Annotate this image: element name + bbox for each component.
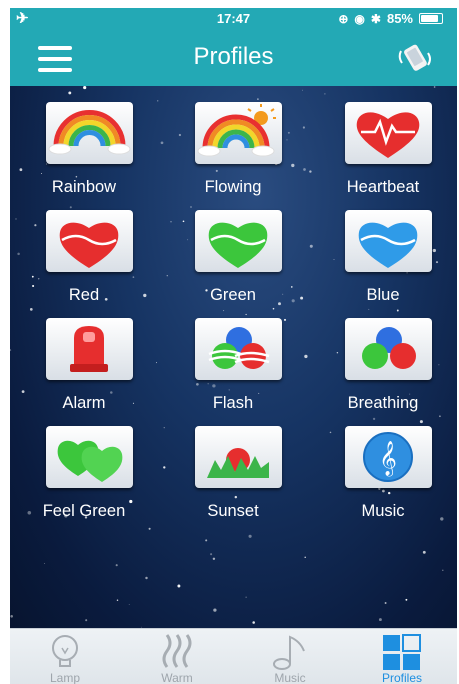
- rgb-balls-icon: [345, 318, 432, 380]
- profile-flowing[interactable]: Flowing: [173, 102, 293, 210]
- tab-music[interactable]: Music: [240, 629, 340, 684]
- alarm-light-icon: [46, 318, 133, 380]
- profile-label: Music: [361, 502, 405, 520]
- profile-label: Blue: [366, 286, 400, 304]
- profile-feel-green[interactable]: Feel Green: [24, 426, 144, 534]
- battery-icon: [419, 13, 443, 24]
- sunset-icon: [195, 426, 282, 488]
- grid-icon: [383, 634, 421, 670]
- bluetooth-icon: ✱: [370, 11, 381, 26]
- profile-label: Heartbeat: [346, 178, 420, 196]
- rotation-lock-icon: ⊕: [338, 11, 349, 26]
- tab-label: Music: [274, 671, 306, 684]
- profile-flash[interactable]: Flash: [173, 318, 293, 426]
- heat-waves-icon: [162, 634, 192, 668]
- battery-percent: 85%: [386, 11, 413, 26]
- svg-text:𝄞: 𝄞: [379, 441, 397, 477]
- status-bar: ✈ 17:47 ⊕ ◉ ✱ 85%: [10, 8, 457, 30]
- profile-label: Feel Green: [42, 502, 126, 520]
- profile-red[interactable]: Red: [24, 210, 144, 318]
- green-hearts-icon: [46, 426, 133, 488]
- tab-bar: Lamp Warm Music Profiles: [10, 628, 457, 684]
- profile-label: Green: [210, 286, 256, 304]
- red-heart-icon: [46, 210, 133, 272]
- rainbow-sun-icon: [195, 102, 282, 164]
- profile-alarm[interactable]: Alarm: [24, 318, 144, 426]
- profile-rainbow[interactable]: Rainbow: [24, 102, 144, 210]
- profile-label: Alarm: [62, 394, 106, 412]
- tab-label: Warm: [161, 671, 193, 684]
- tab-label: Profiles: [381, 671, 422, 684]
- heartbeat-heart-icon: [345, 102, 432, 164]
- green-heart-icon: [195, 210, 282, 272]
- profiles-grid: Rainbow Flowing Heartbeat Red Green Blue…: [10, 86, 457, 628]
- flash-balls-icon: [195, 318, 282, 380]
- shake-phone-icon[interactable]: [397, 43, 435, 73]
- alarm-clock-icon: ◉: [354, 11, 365, 26]
- music-note-outline-icon: [273, 635, 305, 670]
- profile-label: Breathing: [347, 394, 419, 412]
- bulb-icon: [52, 635, 78, 667]
- tab-lamp[interactable]: Lamp: [15, 629, 115, 684]
- profile-label: Red: [68, 286, 100, 304]
- blue-heart-icon: [345, 210, 432, 272]
- tab-label: Lamp: [49, 671, 81, 684]
- profile-label: Flash: [212, 394, 254, 412]
- profile-sunset[interactable]: Sunset: [173, 426, 293, 534]
- page-title: Profiles: [193, 43, 274, 70]
- profile-label: Rainbow: [51, 178, 117, 196]
- profile-label: Flowing: [204, 178, 262, 196]
- profile-heartbeat[interactable]: Heartbeat: [323, 102, 443, 210]
- header: Profiles: [10, 30, 457, 86]
- profile-blue[interactable]: Blue: [323, 210, 443, 318]
- profile-music[interactable]: 𝄞 Music: [323, 426, 443, 534]
- tab-profiles[interactable]: Profiles: [352, 629, 452, 684]
- tab-warm[interactable]: Warm: [127, 629, 227, 684]
- profile-breathing[interactable]: Breathing: [323, 318, 443, 426]
- rainbow-icon: [46, 102, 133, 164]
- profile-green[interactable]: Green: [173, 210, 293, 318]
- music-note-icon: 𝄞: [345, 426, 432, 488]
- profile-label: Sunset: [207, 502, 259, 520]
- app-screen: ✈ 17:47 ⊕ ◉ ✱ 85% Profiles Rainbow Flowi…: [10, 8, 457, 684]
